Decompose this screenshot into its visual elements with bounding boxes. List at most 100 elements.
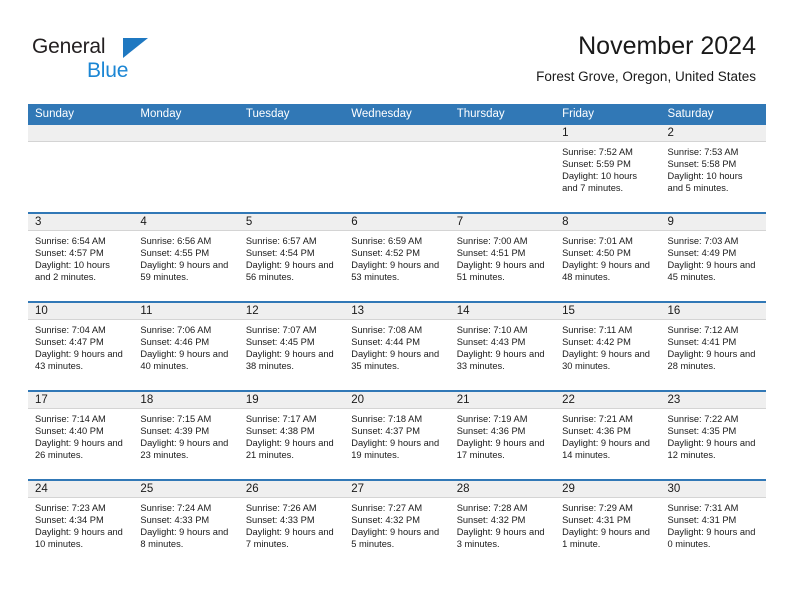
sunset-text: Sunset: 4:55 PM [140,248,210,259]
day-details: Sunrise: 7:53 AM Sunset: 5:58 PM Daylight:… [661,142,766,194]
daylight-text: Daylight: 9 hours and 8 minutes. [140,527,229,550]
day-number: 24 [28,481,134,498]
daylight-text: Daylight: 9 hours and 1 minute. [562,527,650,550]
daylight-text: Daylight: 10 hours and 7 minutes. [562,171,638,194]
day-cell[interactable]: 3 Sunrise: 6:54 AM Sunset: 4:57 PM Daylight… [28,214,134,301]
location-subtitle: Forest Grove, Oregon, United States [536,69,756,84]
sunrise-text: Sunrise: 7:01 AM [562,236,633,246]
day-details: Sunrise: 7:31 AM Sunset: 4:31 PM Daylight:… [661,498,766,550]
sunset-text: Sunset: 4:37 PM [351,426,420,437]
day-cell[interactable]: 23 Sunrise: 7:22 AM Sunset: 4:35 PM Dayligh… [660,392,766,479]
day-details: Sunrise: 7:11 AM Sunset: 4:42 PM Daylight:… [555,320,660,372]
day-cell[interactable]: 24 Sunrise: 7:23 AM Sunset: 4:34 PM Dayligh… [28,481,134,568]
daylight-text: Daylight: 9 hours and 3 minutes. [456,527,545,550]
sunset-text: Sunset: 4:38 PM [245,426,315,437]
sunset-text: Sunset: 4:36 PM [456,426,526,437]
brand-name-top-text: General [32,35,106,58]
day-cell[interactable]: 14 Sunrise: 7:10 AM Sunset: 4:43 PM Dayligh… [449,303,556,390]
day-number: 13 [344,303,450,320]
day-cell[interactable]: 18 Sunrise: 7:15 AM Sunset: 4:39 PM Dayligh… [133,392,239,479]
sunrise-text: Sunrise: 7:00 AM [456,236,528,246]
day-of-week-friday: Friday [562,108,595,120]
daylight-text: Daylight: 9 hours and 59 minutes. [140,260,229,283]
day-cell[interactable]: 4 Sunrise: 6:56 AM Sunset: 4:55 PM Daylight… [133,214,239,301]
day-cell[interactable]: 20 Sunrise: 7:18 AM Sunset: 4:37 PM Dayligh… [344,392,450,479]
day-details: Sunrise: 7:12 AM Sunset: 4:41 PM Daylight:… [661,320,766,372]
day-cell[interactable]: 15 Sunrise: 7:11 AM Sunset: 4:42 PM Dayligh… [555,303,661,390]
day-cell[interactable]: 13 Sunrise: 7:08 AM Sunset: 4:44 PM Dayligh… [344,303,450,390]
day-number: 1 [555,125,661,142]
day-number [449,125,556,142]
sunset-text: Sunset: 4:43 PM [456,337,526,348]
daylight-text: Daylight: 9 hours and 56 minutes. [245,260,334,283]
daylight-text: Daylight: 9 hours and 48 minutes. [562,260,650,283]
sunset-text: Sunset: 4:35 PM [667,426,737,437]
daylight-text: Daylight: 9 hours and 21 minutes. [245,438,334,461]
brand-logo[interactable]: General Blue [32,36,232,81]
calendar-page: General Blue November 2024 Forest Grove,… [0,0,792,612]
sunrise-text: Sunrise: 7:07 AM [245,325,317,335]
sunrise-text: Sunrise: 7:21 AM [562,414,633,424]
daylight-text: Daylight: 9 hours and 33 minutes. [456,349,545,372]
day-cell[interactable]: 9 Sunrise: 7:03 AM Sunset: 4:49 PM Daylight… [660,214,766,301]
day-number: 28 [449,481,556,498]
daylight-text: Daylight: 9 hours and 10 minutes. [35,527,123,550]
sunrise-text: Sunrise: 7:15 AM [140,414,212,424]
daylight-text: Daylight: 9 hours and 26 minutes. [35,438,123,461]
day-cell[interactable]: 19 Sunrise: 7:17 AM Sunset: 4:38 PM Dayligh… [238,392,345,479]
day-cell[interactable]: 30 Sunrise: 7:31 AM Sunset: 4:31 PM Dayligh… [660,481,766,568]
day-details: Sunrise: 7:03 AM Sunset: 4:49 PM Daylight:… [661,231,766,283]
day-cell[interactable]: 22 Sunrise: 7:21 AM Sunset: 4:36 PM Dayligh… [555,392,661,479]
day-cell[interactable]: 1 Sunrise: 7:52 AM Sunset: 5:59 PM Daylight… [555,125,661,212]
day-number: 16 [660,303,766,320]
day-cell[interactable]: 28 Sunrise: 7:28 AM Sunset: 4:32 PM Dayligh… [449,481,556,568]
day-cell[interactable]: 21 Sunrise: 7:19 AM Sunset: 4:36 PM Dayligh… [449,392,556,479]
day-cell[interactable]: 27 Sunrise: 7:27 AM Sunset: 4:32 PM Dayligh… [344,481,450,568]
sunset-text: Sunset: 4:49 PM [667,248,737,259]
day-details: Sunrise: 7:24 AM Sunset: 4:33 PM Daylight:… [133,498,238,550]
day-cell[interactable]: 6 Sunrise: 6:59 AM Sunset: 4:52 PM Daylight… [344,214,450,301]
day-cell[interactable]: 2 Sunrise: 7:53 AM Sunset: 5:58 PM Daylight… [660,125,766,212]
day-cell[interactable]: 25 Sunrise: 7:24 AM Sunset: 4:33 PM Dayligh… [133,481,239,568]
day-details: Sunrise: 7:18 AM Sunset: 4:37 PM Daylight:… [344,409,449,461]
day-details: Sunrise: 7:06 AM Sunset: 4:46 PM Daylight:… [133,320,238,372]
daylight-text: Daylight: 9 hours and 38 minutes. [245,349,334,372]
day-number: 8 [555,214,661,231]
daylight-text: Daylight: 10 hours and 2 minutes. [35,260,110,283]
calendar-week-row: 3 Sunrise: 6:54 AM Sunset: 4:57 PM Daylight… [28,212,766,301]
day-cell[interactable]: 12 Sunrise: 7:07 AM Sunset: 4:45 PM Dayligh… [238,303,345,390]
day-cell[interactable]: 16 Sunrise: 7:12 AM Sunset: 4:41 PM Dayligh… [660,303,766,390]
daylight-text: Daylight: 9 hours and 5 minutes. [351,527,440,550]
daylight-text: Daylight: 9 hours and 45 minutes. [667,260,756,283]
day-details: Sunrise: 7:21 AM Sunset: 4:36 PM Daylight:… [555,409,660,461]
day-cell[interactable]: 26 Sunrise: 7:26 AM Sunset: 4:33 PM Dayligh… [238,481,345,568]
day-details: Sunrise: 7:27 AM Sunset: 4:32 PM Daylight:… [344,498,449,550]
day-number: 23 [660,392,766,409]
day-cell-empty [238,125,345,212]
brand-name-top: General [32,36,232,59]
day-details [344,142,449,146]
day-cell[interactable]: 17 Sunrise: 7:14 AM Sunset: 4:40 PM Dayligh… [28,392,134,479]
day-details: Sunrise: 7:15 AM Sunset: 4:39 PM Daylight:… [133,409,238,461]
day-details: Sunrise: 6:59 AM Sunset: 4:52 PM Daylight:… [344,231,449,283]
day-of-week-header: Sunday Monday Tuesday Wednesday Thursday Frid… [28,104,766,125]
daylight-text: Daylight: 9 hours and 19 minutes. [351,438,440,461]
sunrise-text: Sunrise: 6:56 AM [140,236,212,246]
day-cell[interactable]: 8 Sunrise: 7:01 AM Sunset: 4:50 PM Daylight… [555,214,661,301]
day-cell[interactable]: 7 Sunrise: 7:00 AM Sunset: 4:51 PM Daylight… [449,214,556,301]
sunset-text: Sunset: 4:45 PM [245,337,315,348]
day-number: 5 [238,214,345,231]
daylight-text: Daylight: 9 hours and 17 minutes. [456,438,545,461]
calendar-grid: Sunday Monday Tuesday Wednesday Thursday Frid… [28,104,766,568]
sunrise-text: Sunrise: 7:12 AM [667,325,739,335]
day-cell[interactable]: 5 Sunrise: 6:57 AM Sunset: 4:54 PM Daylight… [238,214,345,301]
sunset-text: Sunset: 4:31 PM [562,515,631,526]
day-of-week-thursday: Thursday [456,108,505,120]
day-cell[interactable]: 10 Sunrise: 7:04 AM Sunset: 4:47 PM Dayligh… [28,303,134,390]
day-cell[interactable]: 11 Sunrise: 7:06 AM Sunset: 4:46 PM Dayligh… [133,303,239,390]
day-details: Sunrise: 7:17 AM Sunset: 4:38 PM Daylight:… [239,409,344,461]
sunset-text: Sunset: 4:46 PM [140,337,210,348]
day-cell[interactable]: 29 Sunrise: 7:29 AM Sunset: 4:31 PM Dayligh… [555,481,661,568]
sunset-text: Sunset: 4:57 PM [35,248,104,259]
day-details: Sunrise: 7:19 AM Sunset: 4:36 PM Daylight:… [450,409,555,461]
